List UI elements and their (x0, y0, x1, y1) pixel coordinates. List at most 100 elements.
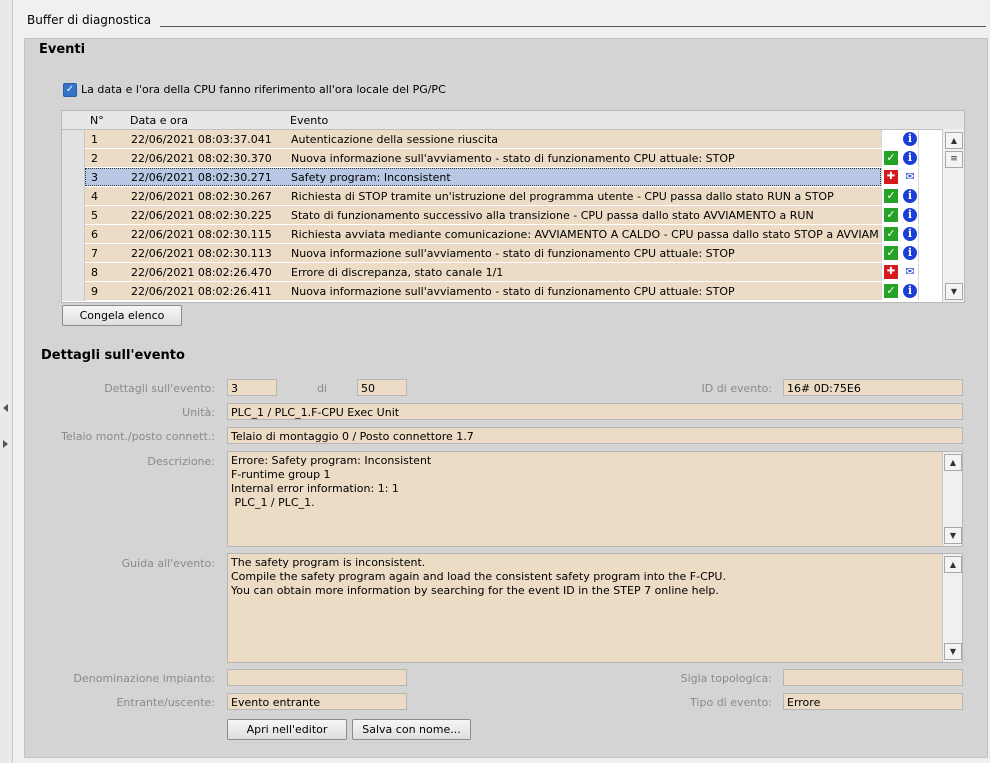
row-empty-cell (918, 225, 943, 243)
local-time-checkbox-label: La data e l'ora della CPU fanno riferime… (81, 83, 446, 96)
unit-label: Unità: (182, 406, 215, 419)
save-as-button[interactable]: Salva con nome... (352, 719, 471, 740)
table-row[interactable]: 7 22/06/2021 08:02:30.113 Nuova informazio… (62, 244, 943, 263)
description-label: Descrizione: (147, 455, 215, 468)
help-scrollbar[interactable]: ▲ ▼ (942, 554, 962, 662)
row-event: Nuova informazione sull'avviamento - sta… (291, 152, 735, 165)
description-line: Errore: Safety program: Inconsistent (231, 454, 432, 467)
freeze-list-button[interactable]: Congela elenco (62, 305, 182, 326)
incoming-outgoing-label: Entrante/uscente: (116, 696, 215, 709)
row-number: 9 (91, 285, 98, 298)
column-header-datetime[interactable]: Data e ora (130, 114, 188, 127)
column-header-event[interactable]: Evento (290, 114, 328, 127)
plant-designation-field (227, 669, 407, 686)
detail-number-field[interactable]: 3 (227, 379, 277, 396)
row-event: Richiesta avviata mediante comunicazione… (291, 228, 879, 241)
row-gutter[interactable] (62, 187, 85, 206)
row-empty-cell (918, 149, 943, 167)
of-label: di (316, 382, 327, 395)
row-icons: ✓ i (881, 149, 919, 167)
scroll-down-icon[interactable]: ▼ (944, 643, 962, 660)
info-icon: i (903, 246, 917, 260)
row-empty-cell (918, 187, 943, 205)
column-header-number[interactable]: N° (90, 114, 104, 127)
row-event: Stato di funzionamento successivo alla t… (291, 209, 814, 222)
table-row[interactable]: 1 22/06/2021 08:03:37.041 Autenticazione d… (62, 130, 943, 149)
description-textarea[interactable]: Errore: Safety program: Inconsistent F-r… (227, 451, 963, 547)
table-row[interactable]: 2 22/06/2021 08:02:30.370 Nuova informazio… (62, 149, 943, 168)
row-icons: ✓ i (881, 187, 919, 205)
topology-label: Sigla topologica: (680, 672, 772, 685)
row-gutter[interactable] (62, 149, 85, 168)
total-events-field: 50 (357, 379, 407, 396)
error-icon: ✚ (884, 265, 898, 279)
table-row[interactable]: 9 22/06/2021 08:02:26.411 Nuova informazio… (62, 282, 943, 301)
row-gutter[interactable] (62, 130, 85, 149)
ok-icon: ✓ (884, 227, 898, 241)
row-datetime: 22/06/2021 08:02:30.115 (131, 228, 272, 241)
table-row[interactable]: 4 22/06/2021 08:02:30.267 Richiesta di STO… (62, 187, 943, 206)
info-icon: i (903, 189, 917, 203)
scroll-down-icon[interactable]: ▼ (945, 283, 963, 300)
panel-title: Buffer di diagnostica (27, 13, 152, 27)
expand-right-arrow-icon[interactable] (3, 440, 8, 448)
collapse-left-arrow-icon[interactable] (3, 404, 8, 412)
row-gutter[interactable] (62, 168, 85, 187)
help-line: You can obtain more information by searc… (231, 584, 719, 597)
unit-field: PLC_1 / PLC_1.F-CPU Exec Unit (227, 403, 963, 420)
info-icon: i (903, 227, 917, 241)
row-number: 4 (91, 190, 98, 203)
row-gutter[interactable] (62, 263, 85, 282)
table-row[interactable]: 8 22/06/2021 08:02:26.470 Errore di discre… (62, 263, 943, 282)
row-number: 3 (91, 171, 98, 184)
description-line: F-runtime group 1 (231, 468, 331, 481)
ok-icon: ✓ (884, 246, 898, 260)
row-event: Safety program: Inconsistent (291, 171, 451, 184)
detail-number-label: Dettagli sull'evento: (104, 382, 215, 395)
scroll-down-icon[interactable]: ▼ (944, 527, 962, 544)
info-icon: i (903, 151, 917, 165)
open-in-editor-button[interactable]: Apri nell'editor (227, 719, 347, 740)
left-splitter[interactable] (0, 0, 13, 763)
row-icons: ✓ i (881, 244, 919, 262)
row-datetime: 22/06/2021 08:02:30.271 (131, 171, 272, 184)
row-icons: i (881, 130, 919, 148)
info-icon: i (903, 132, 917, 146)
description-line: Internal error information: 1: 1 (231, 482, 399, 495)
scroll-up-icon[interactable]: ▲ (945, 132, 963, 149)
rack-slot-field: Telaio di montaggio 0 / Posto connettore… (227, 427, 963, 444)
row-gutter[interactable] (62, 206, 85, 225)
help-line: Compile the safety program again and loa… (231, 570, 726, 583)
plant-designation-label: Denominazione impianto: (73, 672, 216, 685)
scroll-up-icon[interactable]: ▲ (944, 556, 962, 573)
topology-field (783, 669, 963, 686)
row-datetime: 22/06/2021 08:02:26.411 (131, 285, 272, 298)
error-icon: ✚ (884, 170, 898, 184)
row-number: 7 (91, 247, 98, 260)
table-scrollbar[interactable]: ▲ ≡ ▼ (942, 129, 964, 302)
table-row[interactable]: 6 22/06/2021 08:02:30.115 Richiesta avviat… (62, 225, 943, 244)
row-datetime: 22/06/2021 08:03:37.041 (131, 133, 272, 146)
scroll-thumb[interactable]: ≡ (945, 151, 963, 168)
local-time-checkbox[interactable]: ✓ (63, 83, 77, 97)
row-datetime: 22/06/2021 08:02:30.225 (131, 209, 272, 222)
row-gutter[interactable] (62, 282, 85, 301)
event-id-label: ID di evento: (701, 382, 772, 395)
row-number: 8 (91, 266, 98, 279)
row-gutter[interactable] (62, 225, 85, 244)
row-datetime: 22/06/2021 08:02:26.470 (131, 266, 272, 279)
table-row[interactable]: 5 22/06/2021 08:02:30.225 Stato di funzion… (62, 206, 943, 225)
row-gutter[interactable] (62, 244, 85, 263)
row-datetime: 22/06/2021 08:02:30.113 (131, 247, 272, 260)
scroll-up-icon[interactable]: ▲ (944, 454, 962, 471)
table-row[interactable]: 3 22/06/2021 08:02:30.271 Safety program: … (62, 168, 943, 187)
description-scrollbar[interactable]: ▲ ▼ (942, 452, 962, 546)
message-icon: ✉ (903, 170, 917, 184)
description-line: PLC_1 / PLC_1. (231, 496, 315, 509)
row-icons: ✚ ✉ (881, 168, 919, 186)
events-table[interactable]: N° Data e ora Evento 1 22/06/2021 08:03:3… (61, 110, 965, 303)
ok-icon: ✓ (884, 151, 898, 165)
help-textarea[interactable]: The safety program is inconsistent. Comp… (227, 553, 963, 663)
row-icons: ✚ ✉ (881, 263, 919, 281)
table-header: N° Data e ora Evento (62, 111, 964, 130)
